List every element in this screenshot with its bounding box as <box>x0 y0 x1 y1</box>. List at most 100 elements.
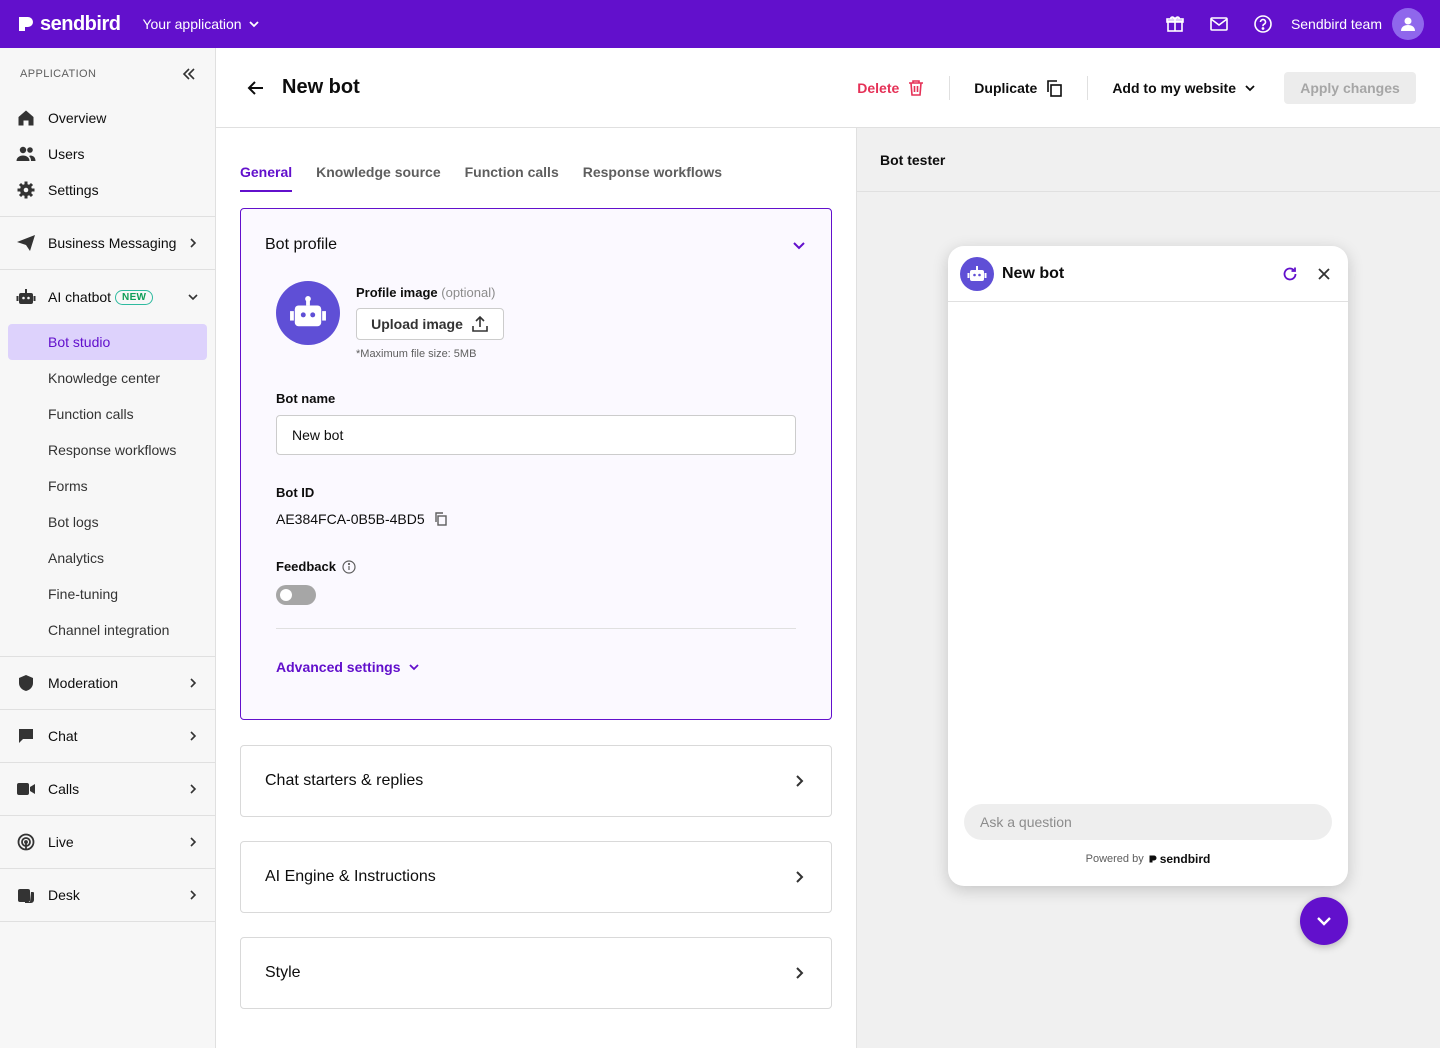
tab-response-workflows[interactable]: Response workflows <box>583 164 722 192</box>
delete-label: Delete <box>857 79 900 96</box>
sidebar-item-overview[interactable]: Overview <box>0 100 215 136</box>
max-file-size-hint: *Maximum file size: 5MB <box>356 348 477 360</box>
collapse-sidebar-icon[interactable] <box>181 66 197 82</box>
sidebar-item-label: Settings <box>48 182 99 198</box>
chevron-down-icon[interactable] <box>791 237 807 253</box>
powered-by-label: Powered by <box>1085 853 1144 865</box>
sendbird-logo[interactable]: sendbird <box>16 13 121 36</box>
sidebar-item-label: Calls <box>48 781 80 797</box>
mail-icon[interactable] <box>1197 0 1241 48</box>
upload-image-button[interactable]: Upload image <box>356 308 504 340</box>
chevron-right-icon <box>796 967 804 979</box>
sidebar-item-label: Desk <box>48 887 80 903</box>
sidebar-item-business-messaging[interactable]: Business Messaging <box>0 217 215 269</box>
ask-question-input[interactable] <box>964 804 1332 840</box>
help-icon[interactable] <box>1241 0 1285 48</box>
chat-starters-card[interactable]: Chat starters & replies <box>240 745 832 817</box>
sidebar-item-calls[interactable]: Calls <box>0 763 215 815</box>
sidebar-item-label: Overview <box>48 110 107 126</box>
upload-image-label: Upload image <box>371 316 463 332</box>
sidebar-item-live[interactable]: Live <box>0 816 215 868</box>
close-icon[interactable] <box>1316 266 1332 282</box>
chevron-down-icon <box>1317 917 1331 926</box>
duplicate-button[interactable]: Duplicate <box>962 72 1075 104</box>
copy-icon[interactable] <box>433 511 449 527</box>
delete-button[interactable]: Delete <box>845 72 937 104</box>
bot-avatar <box>276 281 340 345</box>
collapse-widget-button[interactable] <box>1300 897 1348 945</box>
sidebar-item-label: Users <box>48 146 85 162</box>
sidebar-item-bot-logs[interactable]: Bot logs <box>8 504 207 540</box>
robot-icon <box>16 287 36 307</box>
bot-profile-card: Bot profile Profile image (optional) Upl… <box>240 208 832 720</box>
sidebar-item-label: Live <box>48 834 74 850</box>
chevron-down-icon <box>409 664 420 671</box>
powered-by: Powered by sendbird <box>948 852 1348 866</box>
broadcast-icon <box>16 832 36 852</box>
sidebar-item-ai-chatbot[interactable]: AI chatbot NEW <box>0 270 215 324</box>
chat-icon <box>16 726 36 746</box>
chevron-right-icon <box>796 775 804 787</box>
chevron-down-icon <box>248 21 259 28</box>
sidebar-item-users[interactable]: Users <box>0 136 215 172</box>
sidebar-item-chat[interactable]: Chat <box>0 710 215 762</box>
tab-bar: General Knowledge source Function calls … <box>216 128 856 192</box>
robot-icon <box>290 296 326 327</box>
desk-icon <box>16 885 36 905</box>
sidebar: APPLICATION Overview Users Settings Busi… <box>0 48 216 1048</box>
sidebar-item-response-workflows[interactable]: Response workflows <box>8 432 207 468</box>
main-content: New bot Delete Duplicate Add to my websi… <box>216 48 1440 1048</box>
add-to-website-label: Add to my website <box>1112 79 1236 96</box>
sidebar-item-moderation[interactable]: Moderation <box>0 657 215 709</box>
chevron-right-icon <box>796 871 804 883</box>
style-label: Style <box>265 964 301 981</box>
chat-widget-title: New bot <box>1002 264 1065 282</box>
style-card[interactable]: Style <box>240 937 832 1009</box>
sidebar-item-bot-studio[interactable]: Bot studio <box>8 324 207 360</box>
sidebar-item-forms[interactable]: Forms <box>8 468 207 504</box>
video-icon <box>16 779 36 799</box>
copy-icon <box>1047 79 1063 97</box>
team-name[interactable]: Sendbird team <box>1291 16 1382 32</box>
bot-profile-header[interactable]: Bot profile <box>241 209 831 281</box>
users-icon <box>16 144 36 164</box>
home-icon <box>16 108 36 128</box>
back-arrow-icon[interactable] <box>246 78 266 98</box>
duplicate-label: Duplicate <box>974 79 1038 96</box>
bot-avatar <box>960 256 994 291</box>
feedback-label: Feedback <box>276 559 336 574</box>
bot-tester-pane: Bot tester New bot Powered by sendbird <box>856 128 1440 1048</box>
tab-knowledge-source[interactable]: Knowledge source <box>316 164 440 192</box>
apply-changes-button[interactable]: Apply changes <box>1284 71 1416 104</box>
feedback-toggle[interactable] <box>276 585 316 605</box>
tab-general[interactable]: General <box>240 164 293 192</box>
sendbird-logo-icon <box>19 17 33 31</box>
sidebar-item-desk[interactable]: Desk <box>0 869 215 921</box>
sidebar-item-function-calls[interactable]: Function calls <box>8 396 207 432</box>
bot-name-input[interactable] <box>276 415 796 455</box>
refresh-icon[interactable] <box>1282 266 1298 282</box>
gift-icon[interactable] <box>1153 0 1197 48</box>
advanced-settings-toggle[interactable]: Advanced settings <box>276 659 420 675</box>
sidebar-item-settings[interactable]: Settings <box>0 172 215 208</box>
bot-tester-title: Bot tester <box>857 128 1440 192</box>
chat-widget-header: New bot <box>948 246 1348 302</box>
app-selector[interactable]: Your application <box>142 16 259 32</box>
sidebar-item-label: Chat <box>48 728 78 744</box>
sidebar-item-analytics[interactable]: Analytics <box>8 540 207 576</box>
info-icon[interactable] <box>342 559 356 574</box>
avatar[interactable] <box>1392 8 1424 40</box>
chevron-right-icon <box>190 678 197 688</box>
page-title: New bot <box>282 76 360 98</box>
tab-function-calls[interactable]: Function calls <box>465 164 559 192</box>
sidebar-item-fine-tuning[interactable]: Fine-tuning <box>8 576 207 612</box>
sidebar-item-knowledge-center[interactable]: Knowledge center <box>8 360 207 396</box>
bot-profile-title: Bot profile <box>265 236 338 253</box>
ai-engine-card[interactable]: AI Engine & Instructions <box>240 841 832 913</box>
chevron-right-icon <box>190 731 197 741</box>
trash-icon <box>909 79 924 96</box>
chevron-right-icon <box>190 238 197 248</box>
sidebar-item-channel-integration[interactable]: Channel integration <box>8 612 207 648</box>
add-to-website-dropdown[interactable]: Add to my website <box>1100 72 1268 104</box>
sidebar-item-label: AI chatbot <box>48 289 112 305</box>
